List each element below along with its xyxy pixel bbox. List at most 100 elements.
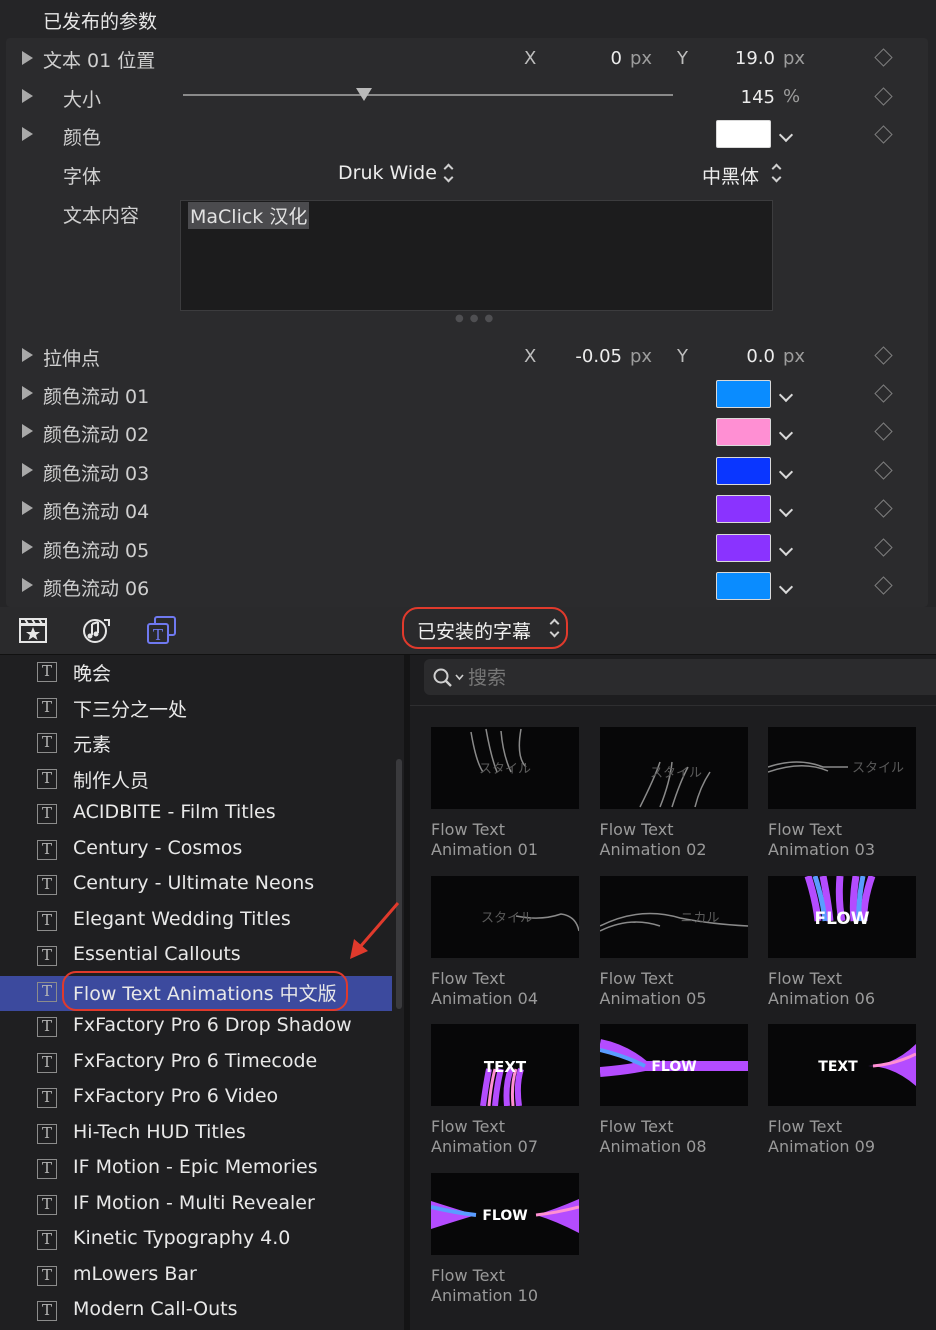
size-slider[interactable] — [183, 94, 673, 96]
disclosure-triangle-icon[interactable] — [22, 348, 33, 362]
font-style-popup[interactable]: 中黑体 — [702, 162, 759, 189]
disclosure-triangle-icon[interactable] — [22, 462, 33, 477]
sidebar-scrollbar[interactable] — [396, 759, 402, 1009]
thumbnail-caption-line2: Animation 02 — [599, 840, 707, 859]
sidebar-item[interactable]: T 元素 — [0, 727, 392, 762]
position-x-value[interactable]: 0 — [560, 48, 622, 69]
sidebar-item[interactable]: T Century - Ultimate Neons — [0, 869, 392, 904]
sidebar-item[interactable]: T Hi-Tech HUD Titles — [0, 1118, 392, 1153]
title-thumbnail[interactable]: FLOW — [599, 1024, 748, 1106]
title-category-icon: T — [37, 1017, 57, 1037]
sidebar-item[interactable]: TmLowers Bar — [0, 1260, 392, 1295]
thumbnail-caption: Flow Text Animation 05 — [600, 969, 760, 1009]
sidebar-item-label: IF Motion - Epic Memories — [73, 1156, 318, 1178]
title-category-icon: T — [37, 1194, 57, 1215]
up-down-arrows-icon[interactable] — [444, 165, 453, 182]
title-thumbnail[interactable]: スタイル — [431, 727, 579, 809]
resize-handle[interactable]: ●●● — [455, 313, 499, 324]
disclosure-triangle-icon[interactable] — [22, 539, 33, 554]
thumbnail-caption-line1: Flow Text — [431, 1265, 505, 1285]
title-category-icon: T — [37, 1265, 57, 1286]
anchor-x-value[interactable]: -0.05 — [552, 346, 622, 367]
sidebar-item[interactable]: T IF Motion - Multi Revealer — [0, 1189, 392, 1224]
sidebar-item[interactable]: T Century - Cosmos — [0, 834, 392, 869]
sidebar-item[interactable]: T Modern Call-Outs — [0, 1295, 392, 1330]
color-flow-label: 颜色流动 06 — [43, 578, 150, 600]
font-family-popup[interactable]: Druk Wide — [338, 162, 437, 184]
anchor-y-value[interactable]: 0.0 — [705, 346, 775, 367]
sidebar-item[interactable]: T Essential Callouts — [0, 940, 392, 975]
text-content-field[interactable]: MaClick 汉化 — [180, 200, 773, 311]
sidebar-item[interactable]: T Kinetic Typography 4.0 — [0, 1224, 392, 1259]
sidebar-item[interactable]: T 制作人员 — [0, 763, 392, 798]
color-swatch[interactable] — [716, 120, 771, 148]
title-thumbnail[interactable]: FLOW — [768, 875, 916, 958]
thumbnail-caption-line1: Flow Text — [768, 1117, 842, 1136]
title-category-icon: T — [37, 768, 57, 789]
color-flow-swatch[interactable] — [716, 572, 771, 600]
anchor-label: 拉伸点 — [43, 348, 101, 370]
color-flow-swatch[interactable] — [716, 533, 771, 562]
clapper-star-icon[interactable] — [18, 616, 48, 644]
browser-toolbar: T 已安装的字幕 — [0, 607, 936, 655]
title-thumbnail[interactable]: TEXT — [768, 1024, 916, 1106]
size-value[interactable]: 145 — [705, 87, 775, 108]
size-slider-knob[interactable] — [356, 88, 373, 101]
inspector-title: 已发布的参数 — [43, 11, 158, 33]
chevron-down-icon[interactable] — [455, 674, 464, 681]
position-y-value[interactable]: 19.0 — [705, 48, 775, 69]
disclosure-triangle-icon[interactable] — [22, 386, 33, 400]
thumbnail-caption: Flow Text Animation 09 — [768, 1117, 928, 1157]
title-thumbnail[interactable]: スタイル — [431, 875, 579, 958]
color-flow-swatch[interactable] — [716, 418, 771, 447]
search-input[interactable] — [466, 663, 910, 693]
disclosure-triangle-icon[interactable] — [22, 51, 33, 65]
thumbnail-caption-line2: Animation 04 — [431, 988, 539, 1008]
thumbnail-caption-line1: Flow Text — [599, 1117, 674, 1136]
thumbnail-caption: Flow Text Animation 01 — [431, 820, 591, 860]
disclosure-triangle-icon[interactable] — [22, 424, 33, 439]
thumbnail-art: スタイル — [470, 728, 531, 777]
title-category-icon: T — [37, 1123, 57, 1144]
title-thumbnail[interactable]: ニカル — [599, 875, 748, 958]
thumbnail-caption-line1: Flow Text — [599, 968, 674, 988]
thumbnail-art: スタイル — [638, 761, 711, 808]
sidebar-item[interactable]: T 下三分之一处 — [0, 692, 392, 727]
disclosure-triangle-icon[interactable] — [22, 578, 33, 592]
thumbnail-caption-line2: Animation 07 — [431, 1137, 539, 1156]
title-thumbnail[interactable]: TEXT — [431, 1024, 579, 1106]
music-notes-icon[interactable] — [82, 616, 112, 644]
disclosure-triangle-icon[interactable] — [22, 89, 33, 103]
thumbnail-art: スタイル — [481, 911, 579, 931]
titles-icon[interactable]: T — [147, 616, 177, 644]
sidebar-item[interactable]: T FxFactory Pro 6 Timecode — [0, 1047, 392, 1082]
title-category-icon: T — [37, 875, 57, 895]
search-icon[interactable] — [432, 667, 454, 689]
sidebar-item-label: mLowers Bar — [73, 1262, 197, 1285]
sidebar-item[interactable]: T ACIDBITE - Film Titles — [0, 798, 392, 833]
sidebar-item[interactable]: T 晚会 — [0, 656, 392, 691]
color-flow-swatch[interactable] — [716, 380, 771, 408]
color-flow-swatch[interactable] — [716, 456, 771, 485]
thumbnail-caption-line1: Flow Text — [431, 820, 505, 839]
sidebar-item[interactable]: T FxFactory Pro 6 Drop Shadow — [0, 1011, 392, 1046]
search-bar[interactable] — [424, 659, 936, 695]
disclosure-triangle-icon[interactable] — [22, 501, 33, 516]
up-down-arrows-icon[interactable] — [772, 165, 781, 182]
disclosure-triangle-icon[interactable] — [22, 127, 33, 141]
svg-text:FLOW: FLOW — [814, 909, 869, 929]
title-thumbnail[interactable]: スタイル — [599, 727, 748, 809]
thumbnail-caption: Flow Text Animation 08 — [600, 1117, 760, 1157]
red-arrow-icon — [350, 902, 400, 959]
sidebar-item[interactable]: T Elegant Wedding Titles — [0, 905, 392, 940]
sidebar-item[interactable]: T FxFactory Pro 6 Video — [0, 1082, 392, 1117]
position-label: 文本 01 位置 — [43, 50, 156, 72]
category-selector[interactable]: 已安装的字幕 — [402, 607, 568, 649]
sidebar-item[interactable]: T IF Motion - Epic Memories — [0, 1153, 392, 1188]
color-flow-swatch[interactable] — [716, 495, 771, 524]
text-content-value[interactable]: MaClick 汉化 — [188, 202, 310, 229]
title-thumbnail[interactable]: FLOW — [431, 1172, 579, 1255]
title-thumbnail[interactable]: スタイル — [768, 727, 916, 809]
title-category-icon: T — [37, 1159, 57, 1179]
title-category-icon: T — [37, 946, 57, 966]
